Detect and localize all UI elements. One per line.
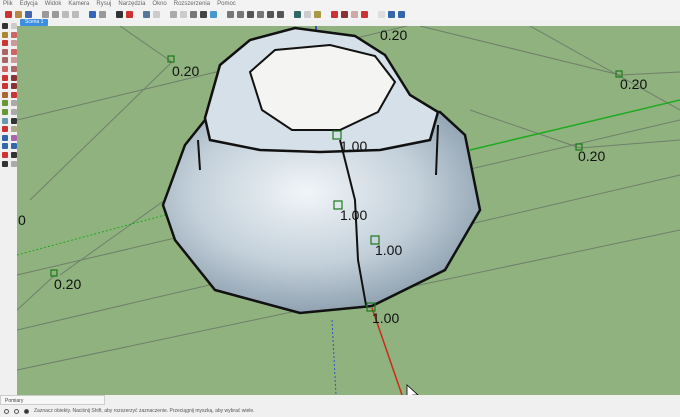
main-toolbar — [0, 8, 680, 20]
tool-icon[interactable] — [2, 65, 8, 72]
toolbar-tool-icon[interactable] — [62, 10, 69, 18]
toolbar-tool-icon[interactable] — [99, 10, 106, 18]
toolbar-tool-icon[interactable] — [5, 10, 12, 18]
tools-toolbar — [0, 20, 17, 395]
tool-icon[interactable] — [2, 48, 8, 55]
dimension-label: 0.20 — [380, 27, 407, 43]
status-bar: Zaznacz obiekty. Naciśnij Shift, aby roz… — [0, 405, 680, 417]
toolbar-tool-icon[interactable] — [143, 10, 150, 18]
dimension-label: 1.00 — [372, 310, 399, 326]
toolbar-tool-icon[interactable] — [72, 10, 79, 18]
menu-help[interactable]: Pomoc — [217, 0, 236, 8]
blue-axis-negative — [331, 319, 337, 395]
tool-icon[interactable] — [2, 40, 8, 47]
toolbar-tool-icon[interactable] — [200, 10, 207, 18]
tool-icon[interactable] — [2, 31, 8, 38]
menu-window[interactable]: Okno — [152, 0, 166, 8]
menu-extensions[interactable]: Rozszerzenia — [174, 0, 210, 8]
tool-icon[interactable] — [2, 126, 8, 133]
menu-view[interactable]: Widok — [45, 0, 62, 8]
toolbar-tool-icon[interactable] — [388, 10, 395, 18]
toolbar-tool-icon[interactable] — [116, 10, 123, 18]
toolbar-tool-icon[interactable] — [398, 10, 405, 18]
toolbar-tool-icon[interactable] — [42, 10, 49, 18]
tool-icon[interactable] — [2, 134, 8, 141]
3d-viewport[interactable]: 0.20 0.20 0.20 0.20 0.20 1.00 1.00 1.00 … — [17, 26, 680, 395]
toolbar-tool-icon[interactable] — [25, 10, 32, 18]
toolbar-tool-icon[interactable] — [314, 10, 321, 18]
toolbar-tool-icon[interactable] — [257, 10, 264, 18]
tool-icon[interactable] — [2, 108, 8, 115]
toolbar-tool-icon[interactable] — [351, 10, 358, 18]
dimension-label: 0.20 — [620, 76, 647, 92]
tool-icon[interactable] — [2, 143, 8, 150]
toolbar-tool-icon[interactable] — [247, 10, 254, 18]
tool-icon[interactable] — [2, 57, 8, 64]
menu-edit[interactable]: Edycja — [20, 0, 38, 8]
mouse-cursor-icon — [406, 384, 419, 395]
status-text: Zaznacz obiekty. Naciśnij Shift, aby roz… — [34, 408, 255, 414]
toolbar-tool-icon[interactable] — [378, 10, 385, 18]
tool-icon[interactable] — [2, 23, 8, 29]
tool-icon[interactable] — [2, 74, 8, 81]
toolbar-tool-icon[interactable] — [341, 10, 348, 18]
measurements-label: Pomiary — [5, 398, 24, 404]
toolbar-tool-icon[interactable] — [277, 10, 284, 18]
toolbar-tool-icon[interactable] — [190, 10, 197, 18]
menu-tools[interactable]: Narzędzia — [118, 0, 145, 8]
tool-icon[interactable] — [2, 160, 8, 167]
toolbar-tool-icon[interactable] — [153, 10, 160, 18]
dimension-label: 0 — [18, 212, 26, 228]
toolbar-tool-icon[interactable] — [89, 10, 96, 18]
toolbar-tool-icon[interactable] — [361, 10, 368, 18]
info-icon[interactable] — [14, 408, 19, 414]
menu-file[interactable]: Plik — [3, 0, 13, 8]
toolbar-tool-icon[interactable] — [15, 10, 22, 18]
dimension-label: 0.20 — [172, 63, 199, 79]
tool-icon[interactable] — [2, 151, 8, 158]
model-canvas[interactable]: 0.20 0.20 0.20 0.20 0.20 1.00 1.00 1.00 … — [17, 26, 680, 395]
dimension-label: 1.00 — [340, 207, 367, 223]
toolbar-tool-icon[interactable] — [52, 10, 59, 18]
tab-scene-1[interactable]: Scena 1 — [20, 19, 49, 26]
dimension-label: 1.00 — [375, 242, 402, 258]
tool-icon[interactable] — [2, 91, 8, 98]
toolbar-tool-icon[interactable] — [170, 10, 177, 18]
toolbar-tool-icon[interactable] — [237, 10, 244, 18]
dimension-label: 1.00 — [340, 138, 367, 154]
help-icon[interactable] — [4, 408, 9, 414]
dimension-label: 0.20 — [54, 276, 81, 292]
tool-icon[interactable] — [2, 100, 8, 107]
dimension-label: 0.20 — [578, 148, 605, 164]
menu-bar: Plik Edycja Widok Kamera Rysuj Narzędzia… — [0, 0, 680, 8]
toolbar-tool-icon[interactable] — [294, 10, 301, 18]
toolbar-tool-icon[interactable] — [180, 10, 187, 18]
tool-icon[interactable] — [2, 83, 8, 90]
green-axis-negative — [17, 214, 166, 256]
tool-icon[interactable] — [2, 117, 8, 124]
toolbar-tool-icon[interactable] — [210, 10, 217, 18]
user-icon[interactable] — [24, 408, 29, 414]
toolbar-tool-icon[interactable] — [331, 10, 338, 18]
menu-draw[interactable]: Rysuj — [96, 0, 111, 8]
toolbar-tool-icon[interactable] — [227, 10, 234, 18]
menu-camera[interactable]: Kamera — [68, 0, 89, 8]
toolbar-tool-icon[interactable] — [304, 10, 311, 18]
toolbar-tool-icon[interactable] — [126, 10, 133, 18]
toolbar-tool-icon[interactable] — [267, 10, 274, 18]
measurements-box[interactable]: Pomiary — [0, 395, 105, 405]
